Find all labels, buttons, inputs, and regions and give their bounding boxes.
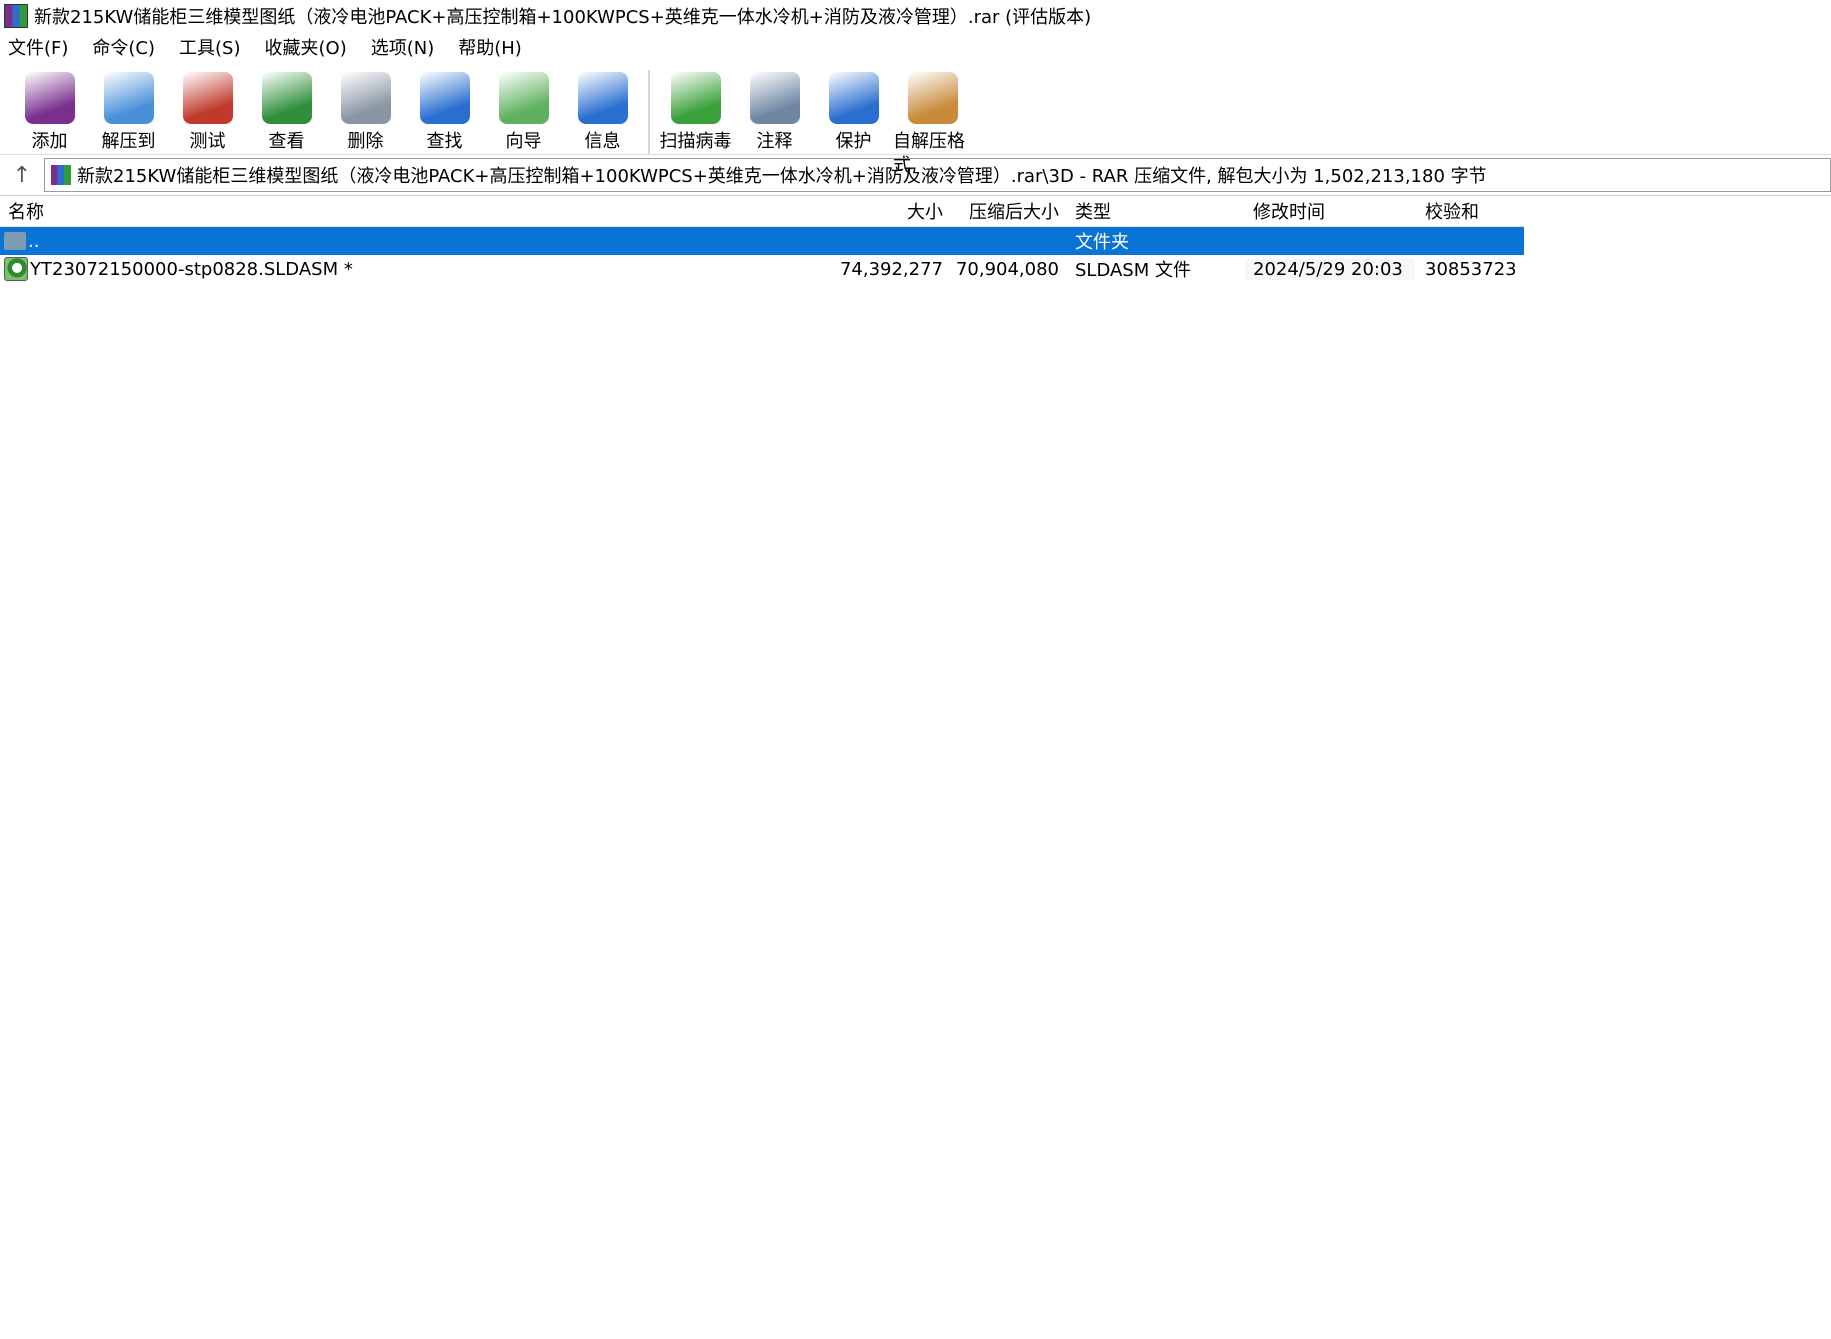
toolbar-button-label: 查看 <box>268 131 305 152</box>
toolbar-button-label: 删除 <box>347 131 384 152</box>
column-header-crc[interactable]: 校验和 <box>1415 198 1524 224</box>
toolbar-button-trash[interactable]: 删除 <box>326 72 405 154</box>
toolbar: 添加 解压到 测试 查看 删除 查找 向导 信息 扫描病毒 注释 保护 自解压格式 <box>0 62 1831 176</box>
column-header-type[interactable]: 类型 <box>1067 198 1245 224</box>
toolbar-button-label: 自解压格式 <box>893 131 965 176</box>
column-header-size[interactable]: 大小 <box>830 198 947 224</box>
wizard-wand-icon <box>498 72 549 124</box>
toolbar-button-shield[interactable]: 保护 <box>814 72 893 154</box>
column-header-modified[interactable]: 修改时间 <box>1245 198 1415 224</box>
virus-scan-icon <box>670 72 721 124</box>
shield-icon <box>828 72 879 124</box>
toolbar-button-test-clipboard[interactable]: 测试 <box>168 72 247 154</box>
toolbar-button-view-book[interactable]: 查看 <box>247 72 326 154</box>
menu-tools[interactable]: 工具(S) <box>179 34 240 60</box>
column-header-packed[interactable]: 压缩后大小 <box>947 198 1067 224</box>
file-name-cell: YT23072150000-stp0828.SLDASM * <box>0 257 830 281</box>
trash-icon <box>340 72 391 124</box>
solidworks-file-icon <box>4 257 28 281</box>
menu-commands[interactable]: 命令(C) <box>92 34 155 60</box>
path-field[interactable]: 新款215KW储能柜三维模型图纸（液冷电池PACK+高压控制箱+100KWPCS… <box>44 158 1831 192</box>
menu-options[interactable]: 选项(N) <box>371 34 435 60</box>
extract-folder-icon <box>103 72 154 124</box>
toolbar-button-magnifier[interactable]: 查找 <box>405 72 484 154</box>
title-bar: 新款215KW储能柜三维模型图纸（液冷电池PACK+高压控制箱+100KWPCS… <box>0 0 1831 32</box>
file-list: 名称 大小 压缩后大小 类型 修改时间 校验和 .. 文件夹 YT230721500… <box>0 196 1524 283</box>
file-row[interactable]: .. 文件夹 <box>0 227 1524 255</box>
toolbar-button-sfx-box[interactable]: 自解压格式 <box>893 72 972 176</box>
menu-favorites[interactable]: 收藏夹(O) <box>265 34 347 60</box>
file-crc: 30853723 <box>1425 258 1517 280</box>
menu-bar: 文件(F) 命令(C) 工具(S) 收藏夹(O) 选项(N) 帮助(H) <box>0 32 1831 62</box>
file-type: 文件夹 <box>1075 232 1129 253</box>
toolbar-button-label: 保护 <box>835 131 872 152</box>
menu-file[interactable]: 文件(F) <box>8 34 68 60</box>
address-bar: ↑ 新款215KW储能柜三维模型图纸（液冷电池PACK+高压控制箱+100KWP… <box>0 154 1831 196</box>
toolbar-button-label: 添加 <box>31 131 68 152</box>
window-title: 新款215KW储能柜三维模型图纸（液冷电池PACK+高压控制箱+100KWPCS… <box>34 7 1092 28</box>
toolbar-button-label: 查找 <box>426 131 463 152</box>
toolbar-button-info[interactable]: 信息 <box>563 72 642 154</box>
comment-icon <box>749 72 800 124</box>
toolbar-button-extract-folder[interactable]: 解压到 <box>89 72 168 154</box>
path-text: 新款215KW储能柜三维模型图纸（液冷电池PACK+高压控制箱+100KWPCS… <box>77 166 1487 187</box>
column-header-name[interactable]: 名称 <box>0 198 830 224</box>
test-clipboard-icon <box>182 72 233 124</box>
add-archive-icon <box>24 72 75 124</box>
file-name: .. <box>28 230 40 252</box>
file-name-cell: .. <box>0 231 830 252</box>
up-arrow-icon[interactable]: ↑ <box>0 163 44 188</box>
toolbar-button-label: 注释 <box>756 131 793 152</box>
toolbar-button-wizard-wand[interactable]: 向导 <box>484 72 563 154</box>
column-header-row: 名称 大小 压缩后大小 类型 修改时间 校验和 <box>0 196 1524 227</box>
toolbar-button-comment[interactable]: 注释 <box>735 72 814 154</box>
parent-folder-icon <box>4 232 26 250</box>
toolbar-button-label: 扫描病毒 <box>659 131 732 152</box>
winrar-app-icon <box>4 4 28 28</box>
toolbar-button-label: 测试 <box>189 131 226 152</box>
file-type: SLDASM 文件 <box>1075 260 1191 281</box>
menu-help[interactable]: 帮助(H) <box>458 34 522 60</box>
toolbar-button-label: 信息 <box>584 131 621 152</box>
file-name: YT23072150000-stp0828.SLDASM * <box>30 258 353 280</box>
toolbar-separator <box>648 70 650 154</box>
toolbar-button-label: 向导 <box>505 131 542 152</box>
toolbar-button-virus-scan[interactable]: 扫描病毒 <box>656 72 735 154</box>
toolbar-button-add-archive[interactable]: 添加 <box>10 72 89 154</box>
file-modified: 2024/5/29 20:03 <box>1245 258 1415 280</box>
archive-icon <box>51 165 71 185</box>
file-row[interactable]: YT23072150000-stp0828.SLDASM * 74,392,277… <box>0 255 1524 283</box>
magnifier-icon <box>419 72 470 124</box>
file-size: 74,392,277 <box>839 258 943 280</box>
sfx-box-icon <box>907 72 958 124</box>
view-book-icon <box>261 72 312 124</box>
toolbar-button-label: 解压到 <box>101 131 156 152</box>
info-icon <box>577 72 628 124</box>
file-rows: .. 文件夹 YT23072150000-stp0828.SLDASM * 74,39… <box>0 227 1524 283</box>
file-packed-size: 70,904,080 <box>955 258 1059 280</box>
